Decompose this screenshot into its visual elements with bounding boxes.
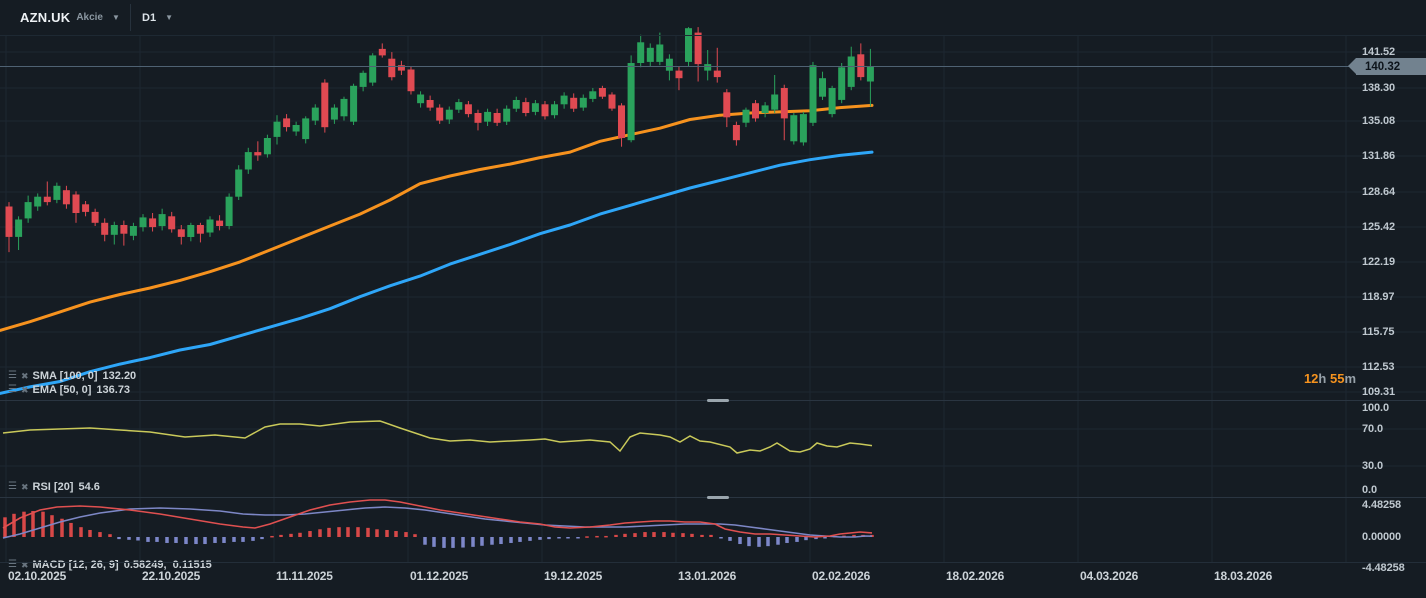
value-axis-label: 118.97 (1362, 291, 1395, 303)
ema-value: 136.73 (96, 383, 131, 396)
date-axis-label: 01.12.2025 (410, 569, 469, 583)
rsi-panel-resize-handle[interactable] (707, 399, 729, 402)
candle-close-countdown: 12h 55m (1303, 371, 1356, 386)
toolbar-divider (130, 4, 131, 31)
chevron-down-icon: ▼ (112, 13, 120, 22)
date-axis-label: 18.02.2026 (946, 569, 1005, 583)
ema-indicator-row: ☰ ✖ EMA [50, 0] 136.73 (8, 383, 130, 396)
macd-panel-resize-handle[interactable] (707, 496, 729, 499)
date-axis-label: 02.02.2026 (812, 569, 871, 583)
indicator-settings-icon[interactable]: ☰ (8, 559, 17, 570)
macd-axis-separator (0, 562, 1426, 563)
value-axis-label: 4.48258 (1362, 499, 1402, 511)
value-axis-label: 0.00000 (1362, 531, 1402, 543)
symbol-name: AZN.UK (20, 10, 71, 25)
value-axis-label: 115.75 (1362, 326, 1395, 338)
symbol-selector[interactable]: AZN.UK Akcie ▼ (20, 0, 120, 35)
date-axis-label: 19.12.2025 (544, 569, 603, 583)
value-axis-label: 30.0 (1362, 460, 1384, 472)
date-axis-label: 02.10.2025 (8, 569, 67, 583)
indicator-settings-icon[interactable]: ☰ (8, 384, 17, 395)
value-axis-label: 109.31 (1362, 386, 1396, 398)
value-axis-label: 138.30 (1362, 82, 1396, 94)
timeframe-label: D1 (142, 11, 157, 24)
indicator-settings-icon[interactable]: ☰ (8, 481, 17, 492)
value-axis-label: 122.19 (1362, 256, 1396, 268)
date-axis-label: 13.01.2026 (678, 569, 737, 583)
chevron-down-icon: ▼ (165, 13, 173, 22)
instrument-type-label: Akcie (76, 12, 103, 23)
ema-label: EMA [50, 0] (32, 383, 92, 396)
value-axis-label: 135.08 (1362, 115, 1396, 127)
indicator-remove-icon[interactable]: ✖ (21, 385, 29, 395)
date-axis-label: 04.03.2026 (1080, 569, 1139, 583)
value-axis-label: 141.52 (1362, 46, 1396, 58)
timeframe-selector[interactable]: D1 ▼ (142, 0, 173, 35)
date-axis-label: 11.11.2025 (276, 569, 333, 583)
current-price-tag: 140.32 (1348, 58, 1426, 75)
sma-value: 132.20 (102, 369, 137, 382)
current-price-value: 140.32 (1365, 60, 1401, 73)
value-axis-label: 131.86 (1362, 150, 1396, 162)
rsi-value: 54.6 (78, 480, 100, 493)
rsi-label: RSI [20] (32, 480, 74, 493)
indicator-remove-icon[interactable]: ✖ (21, 560, 29, 570)
date-axis-label: 22.10.2025 (142, 569, 201, 583)
trading-chart-app: AZN.UK Akcie ▼ D1 ▼ ☰ ✖ SMA [100, 0] 132… (0, 0, 1426, 598)
sma-indicator-row: ☰ ✖ SMA [100, 0] 132.20 (8, 369, 136, 382)
date-axis-label: 18.03.2026 (1214, 569, 1273, 583)
value-axis-label: 70.0 (1362, 423, 1384, 435)
current-price-line (0, 66, 1356, 67)
value-axis-label: 112.53 (1362, 361, 1395, 373)
value-axis-label: -4.48258 (1362, 562, 1405, 574)
price-chart-canvas[interactable] (0, 0, 1426, 598)
chart-toolbar: AZN.UK Akcie ▼ D1 ▼ (0, 0, 1426, 36)
value-axis-label: 100.0 (1362, 402, 1390, 414)
indicator-remove-icon[interactable]: ✖ (21, 482, 29, 492)
value-axis-label: 128.64 (1362, 186, 1396, 198)
value-axis-label: 0.0 (1362, 484, 1377, 496)
sma-label: SMA [100, 0] (32, 369, 98, 382)
value-axis-label: 125.42 (1362, 221, 1396, 233)
indicator-remove-icon[interactable]: ✖ (21, 371, 29, 381)
rsi-indicator-row: ☰ ✖ RSI [20] 54.6 (8, 480, 100, 493)
indicator-settings-icon[interactable]: ☰ (8, 370, 17, 381)
